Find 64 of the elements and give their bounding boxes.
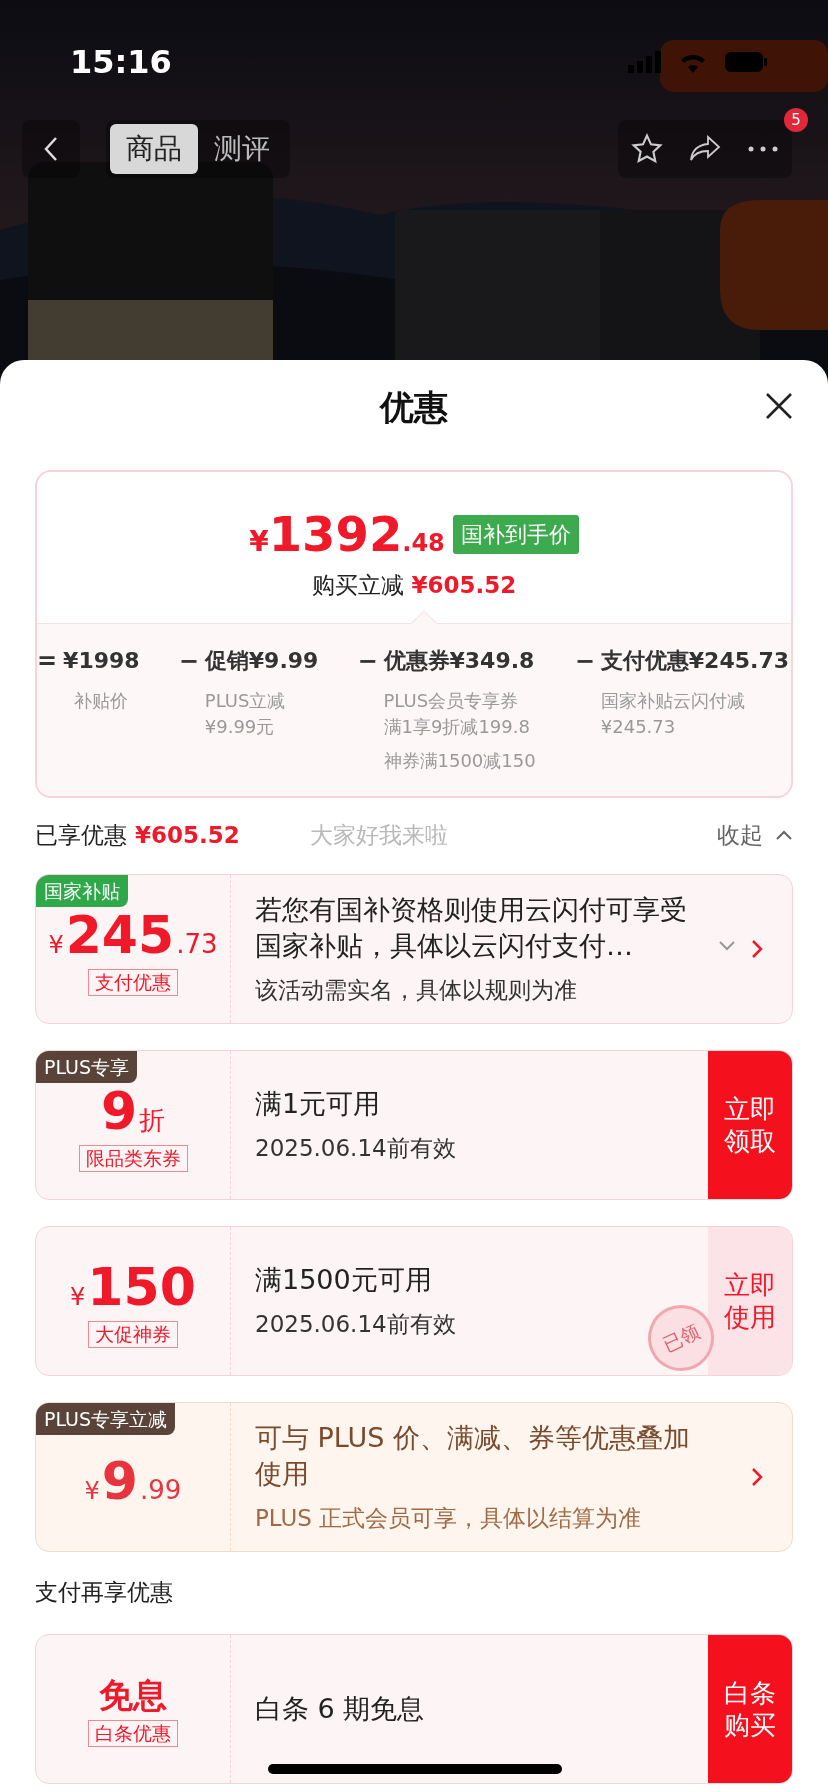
sheet-title: 优惠 — [380, 385, 448, 429]
saving-label: 购买立减 — [311, 571, 404, 600]
claim-button[interactable]: 立即领取 — [708, 1050, 792, 1199]
operator: − — [357, 645, 378, 677]
chevron-right-icon[interactable] — [751, 938, 763, 959]
breakdown-note: 神券满1500减150 — [383, 748, 536, 773]
coupon-title: 白条 6 期免息 — [255, 1691, 425, 1726]
use-button[interactable]: 立即使用 — [708, 1226, 792, 1375]
share-icon — [689, 135, 721, 163]
coupon-tag: 国家补贴 — [36, 874, 128, 907]
operator: − — [178, 645, 199, 677]
status-time: 15:16 — [70, 42, 172, 83]
section-title: 支付再享优惠 — [35, 1578, 173, 1608]
coupon-type-label: 白条优惠 — [88, 1720, 178, 1747]
breakdown-note: ¥245.73 — [600, 714, 677, 739]
nav-tab[interactable]: 商品 — [110, 124, 198, 174]
coupon-subtitle: PLUS 正式会员可享，具体以结算为准 — [255, 1504, 643, 1533]
discount-amount: ¥150 — [70, 1261, 196, 1313]
breakdown-note: 国家补贴云闪付减 — [600, 688, 746, 713]
breakdown-note: PLUS会员专享券 — [383, 688, 520, 713]
collapse-button[interactable]: 收起 — [717, 818, 793, 853]
discount-amount: ¥9.99 — [84, 1454, 182, 1507]
operator: − — [574, 645, 595, 677]
discount-amount: 9折 — [100, 1085, 166, 1137]
saving-amount: ¥605.52 — [411, 571, 517, 600]
star-icon — [631, 133, 663, 165]
coupon-title: 满1500元可用 — [255, 1263, 432, 1298]
coupon-type-label: 支付优惠 — [88, 969, 178, 996]
more-icon — [748, 146, 778, 152]
floating-comment: 大家好我来啦 — [310, 821, 448, 851]
coupon-type-label: 限品类东券 — [78, 1145, 188, 1172]
coupon-subtitle: 该活动需实名，具体以规则为准 — [255, 976, 578, 1005]
chevron-right-icon[interactable] — [751, 1466, 763, 1487]
discount-amount: ¥245.73 — [48, 909, 218, 961]
signal-icon — [628, 51, 662, 73]
coupon-tag: PLUS专享 — [36, 1050, 138, 1083]
enjoyed-label: 已享优惠 — [35, 821, 127, 851]
nav-tab[interactable]: 测评 — [198, 124, 286, 174]
breakdown-amount: 优惠券¥349.8 — [383, 646, 536, 675]
price-tag: 国补到手价 — [452, 514, 579, 554]
breakdown-note: 满1享9折减199.8 — [383, 714, 531, 739]
discount-amount: 免息 — [99, 1678, 167, 1712]
claim-button[interactable]: 白条购买 — [708, 1634, 792, 1783]
breakdown-note: 补贴价 — [74, 688, 129, 713]
breakdown-note: PLUS立减 — [204, 688, 287, 713]
coupon-subtitle: 2025.06.14前有效 — [255, 1134, 457, 1163]
final-price: ¥1392.48 — [249, 510, 445, 558]
chevron-up-icon — [775, 830, 793, 841]
close-icon — [765, 392, 793, 420]
battery-icon — [724, 51, 768, 73]
coupon-type-label: 大促神券 — [88, 1321, 178, 1348]
breakdown-note: ¥9.99元 — [204, 714, 276, 739]
enjoyed-amount: ¥605.52 — [135, 821, 240, 851]
back-icon — [44, 136, 58, 162]
coupon-subtitle: 2025.06.14前有效 — [255, 1310, 457, 1339]
operator: = — [37, 645, 58, 677]
breakdown-amount: 支付优惠¥245.73 — [600, 646, 789, 675]
coupon-title: 满1元可用 — [255, 1087, 381, 1122]
coupon-title: 可与 PLUS 价、满减、券等优惠叠加使用 — [255, 1421, 692, 1492]
coupon-title: 若您有国补资格则使用云闪付可享受国家补贴，具体以云闪付支付… — [255, 893, 688, 964]
coupon-tag: PLUS专享立减 — [36, 1402, 176, 1435]
back-button[interactable] — [22, 120, 80, 178]
breakdown-amount: 促销¥9.99 — [204, 646, 319, 675]
breakdown-amount: ¥1998 — [63, 646, 140, 675]
